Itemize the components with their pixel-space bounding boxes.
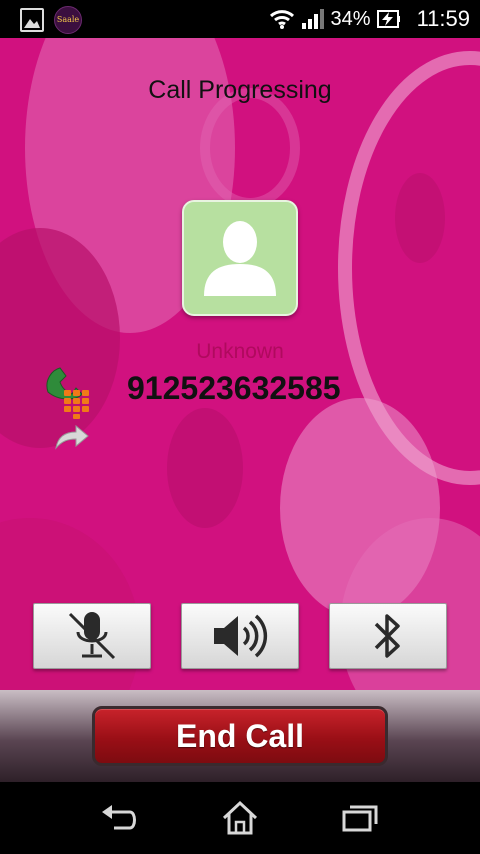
mute-button[interactable] [33,603,151,669]
clock: 11:59 [416,6,470,31]
call-screen: Call Progressing Unknown 912523632585 [0,38,480,690]
navigation-bar [0,782,480,854]
back-icon [102,805,136,830]
app-notification-icon: Saale [54,6,82,34]
person-icon [204,221,276,296]
contact-avatar [182,200,298,316]
signal-icon [301,9,324,29]
end-call-bar: End Call [0,690,480,782]
background-bubbles [0,38,480,690]
back-button[interactable] [100,800,140,836]
call-status-text: Call Progressing [148,76,332,104]
forward-call-icon[interactable] [54,424,90,450]
bluetooth-icon [374,614,400,658]
battery-percent: 34% [330,7,371,30]
speaker-button[interactable] [181,603,299,669]
battery-charging-icon [376,10,400,28]
bluetooth-button[interactable] [329,603,447,669]
status-bar: Saale 34% 11:59 [0,0,480,38]
recent-apps-button[interactable] [340,800,380,836]
home-icon [222,800,258,835]
speaker-icon [214,614,268,658]
mic-muted-icon [68,612,116,660]
recent-apps-icon [342,805,378,832]
image-notification-icon [20,8,44,32]
contact-name: Unknown [196,340,284,363]
wifi-icon [269,10,294,29]
home-button[interactable] [220,800,260,836]
dialpad-icon[interactable] [42,366,94,420]
end-call-button[interactable]: End Call [92,706,388,766]
phone-number: 912523632585 [127,370,341,406]
